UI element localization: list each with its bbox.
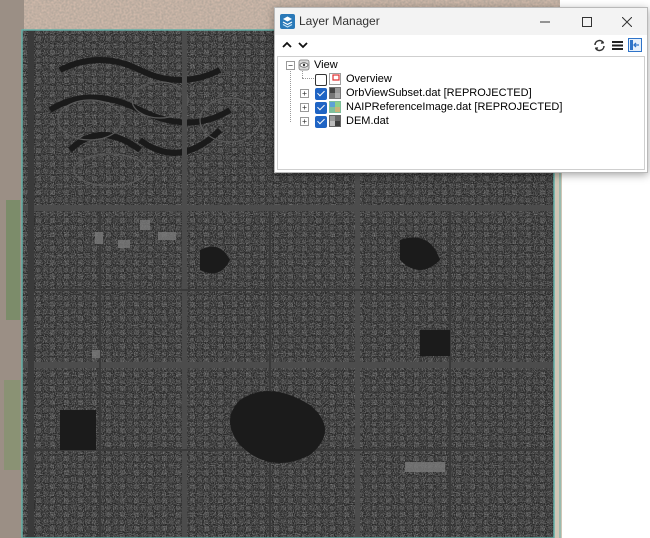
layer-row-dem[interactable]: + DEM.dat: [278, 115, 638, 129]
tree-root-view[interactable]: − View: [278, 59, 638, 73]
layer-manager-window[interactable]: Layer Manager − View Overview + OrbViewS…: [274, 7, 648, 173]
maximize-button[interactable]: [567, 8, 607, 35]
close-icon: [622, 16, 632, 27]
layer-manager-app-icon: [280, 14, 295, 29]
minimize-button[interactable]: [525, 8, 565, 35]
layer-tree[interactable]: − View Overview + OrbViewSubset.dat [REP…: [277, 56, 645, 170]
menu-button[interactable]: [609, 37, 625, 53]
window-title: Layer Manager: [299, 14, 380, 28]
layer-visibility-checkbox[interactable]: [315, 88, 327, 100]
layer-row-overview[interactable]: Overview: [278, 73, 638, 87]
dock-button[interactable]: [627, 37, 643, 53]
layer-label: OrbViewSubset.dat [REPROJECTED]: [346, 87, 532, 99]
overview-icon: [329, 73, 341, 85]
close-button[interactable]: [607, 8, 647, 35]
layer-toolbar: [275, 35, 647, 55]
raster-grayscale-icon: [329, 87, 341, 99]
refresh-button[interactable]: [591, 37, 607, 53]
expand-toggle[interactable]: +: [300, 89, 309, 98]
collapse-up-icon: [282, 41, 292, 48]
raster-grayscale-icon: [329, 115, 341, 127]
tree-root-label: View: [314, 59, 338, 71]
layer-visibility-checkbox[interactable]: [315, 116, 327, 128]
minimize-icon: [540, 21, 550, 22]
refresh-icon: [593, 39, 605, 51]
layer-label: DEM.dat: [346, 115, 389, 127]
view-icon: [298, 59, 310, 71]
collapse-up-button[interactable]: [279, 37, 295, 53]
expand-toggle[interactable]: +: [300, 103, 309, 112]
expand-down-icon: [298, 42, 308, 49]
dock-icon: [628, 38, 642, 52]
expand-down-button[interactable]: [295, 37, 311, 53]
layer-row-orbviewsubset[interactable]: + OrbViewSubset.dat [REPROJECTED]: [278, 87, 638, 101]
layer-row-naipreferenceimage[interactable]: + NAIPReferenceImage.dat [REPROJECTED]: [278, 101, 638, 115]
menu-icon: [611, 40, 623, 50]
layer-label: Overview: [346, 73, 392, 85]
layer-visibility-checkbox[interactable]: [315, 102, 327, 114]
layer-visibility-checkbox[interactable]: [315, 74, 327, 86]
raster-color-icon: [329, 101, 341, 113]
collapse-toggle[interactable]: −: [286, 61, 295, 70]
layer-label: NAIPReferenceImage.dat [REPROJECTED]: [346, 101, 563, 113]
title-bar[interactable]: Layer Manager: [275, 8, 647, 35]
expand-toggle[interactable]: +: [300, 117, 309, 126]
maximize-icon: [582, 16, 592, 27]
